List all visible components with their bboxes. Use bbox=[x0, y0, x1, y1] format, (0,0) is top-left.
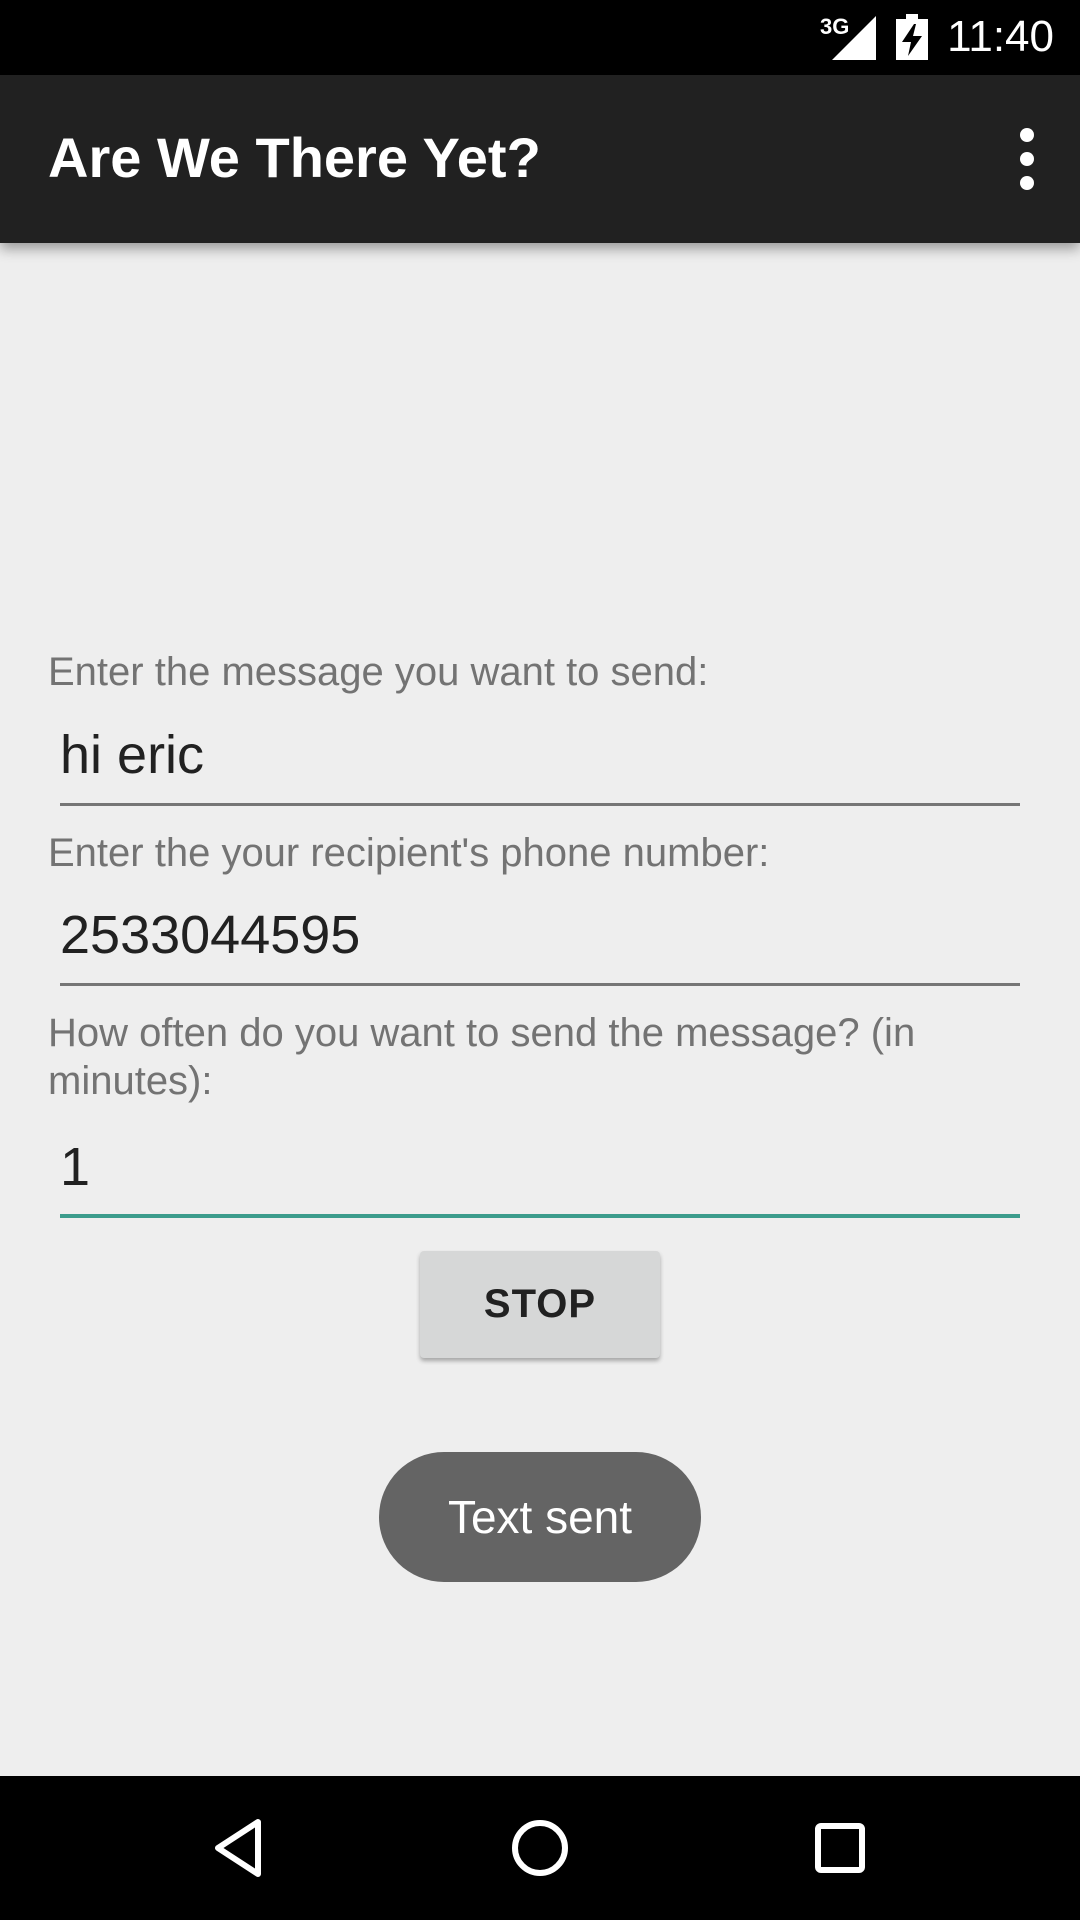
message-label: Enter the message you want to send: bbox=[48, 650, 709, 694]
app-title: Are We There Yet? bbox=[48, 126, 541, 189]
more-vert-icon[interactable] bbox=[990, 125, 1050, 193]
stop-button[interactable]: STOP bbox=[420, 1251, 660, 1358]
interval-input[interactable]: 1 bbox=[60, 1128, 1020, 1218]
status-clock: 11:40 bbox=[947, 12, 1054, 61]
back-icon[interactable] bbox=[208, 1816, 272, 1880]
phone-input-underline bbox=[60, 983, 1020, 986]
message-input[interactable]: hi eric bbox=[60, 716, 1020, 806]
message-input-underline bbox=[60, 803, 1020, 806]
phone-input[interactable]: 2533044595 bbox=[60, 896, 1020, 986]
interval-label: How often do you want to send the messag… bbox=[48, 1011, 916, 1103]
battery-charging-icon bbox=[896, 14, 928, 60]
home-icon[interactable] bbox=[508, 1816, 572, 1880]
toast-text-sent: Text sent bbox=[379, 1452, 701, 1582]
app-bar: Are We There Yet? bbox=[0, 75, 1080, 243]
status-bar: 3G 11:40 bbox=[0, 0, 1080, 75]
phone-label: Enter the your recipient's phone number: bbox=[48, 831, 770, 875]
phone-input-value: 2533044595 bbox=[60, 905, 361, 965]
signal-icon bbox=[832, 16, 876, 60]
recents-icon[interactable] bbox=[808, 1816, 872, 1880]
message-input-value: hi eric bbox=[60, 725, 205, 785]
interval-input-value: 1 bbox=[60, 1137, 91, 1197]
navigation-bar bbox=[0, 1776, 1080, 1920]
interval-input-underline bbox=[60, 1214, 1020, 1218]
